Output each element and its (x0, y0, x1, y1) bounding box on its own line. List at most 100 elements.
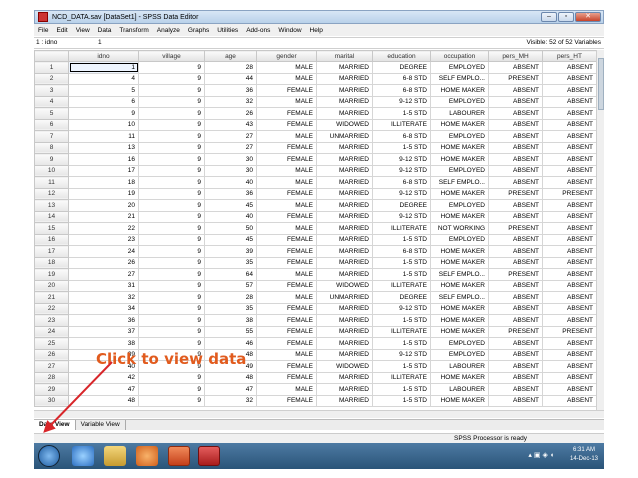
row-number[interactable]: 8 (34, 141, 69, 154)
data-cell-pers-mh[interactable]: PRESENT (488, 325, 543, 338)
data-cell-pers-ht[interactable]: ABSENT (542, 222, 596, 235)
data-cell-pers-mh[interactable]: ABSENT (488, 199, 543, 212)
row-number[interactable]: 18 (34, 256, 69, 269)
data-cell-idno[interactable]: 26 (68, 256, 139, 269)
data-cell-education[interactable]: 9-12 STD (372, 348, 431, 361)
data-cell-pers-mh[interactable]: ABSENT (488, 245, 543, 258)
menu-item-utilities[interactable]: Utilities (213, 27, 242, 34)
taskbar-clock[interactable]: 6:31 AM 14-Dec-13 (570, 446, 598, 464)
row-number[interactable]: 14 (34, 210, 69, 223)
menu-item-window[interactable]: Window (274, 27, 305, 34)
data-cell-marital[interactable]: MARRIED (316, 233, 373, 246)
data-cell-marital[interactable]: WIDOWED (316, 360, 373, 373)
data-cell-education[interactable]: 1-5 STD (372, 383, 431, 396)
data-cell-pers-ht[interactable]: ABSENT (542, 348, 596, 361)
data-cell-idno[interactable]: 23 (68, 233, 139, 246)
data-cell-age[interactable]: 38 (204, 314, 257, 327)
row-number[interactable]: 4 (34, 95, 69, 108)
data-cell-idno[interactable]: 21 (68, 210, 139, 223)
data-cell-education[interactable]: 1-5 STD (372, 268, 431, 281)
data-cell-occupation[interactable]: EMPLOYED (430, 95, 489, 108)
data-cell-gender[interactable]: FEMALE (256, 141, 317, 154)
data-cell-gender[interactable]: MALE (256, 95, 317, 108)
data-cell-age[interactable]: 64 (204, 268, 257, 281)
data-cell-pers-ht[interactable]: ABSENT (542, 383, 596, 396)
data-cell-pers-ht[interactable]: ABSENT (542, 394, 596, 407)
data-cell-village[interactable]: 9 (138, 268, 205, 281)
data-cell-marital[interactable]: WIDOWED (316, 279, 373, 292)
menu-item-add-ons[interactable]: Add-ons (242, 27, 274, 34)
data-cell-education[interactable]: ILLITERATE (372, 118, 431, 131)
column-header-age[interactable]: age (204, 50, 257, 62)
data-cell-idno[interactable]: 38 (68, 337, 139, 350)
data-cell-idno[interactable]: 4 (68, 72, 139, 85)
data-cell-education[interactable]: 1-5 STD (372, 314, 431, 327)
data-cell-gender[interactable]: MALE (256, 222, 317, 235)
data-cell-idno[interactable]: 18 (68, 176, 139, 189)
data-cell-idno[interactable]: 5 (68, 84, 139, 97)
data-cell-village[interactable]: 9 (138, 95, 205, 108)
data-cell-occupation[interactable]: SELF EMPLO... (430, 72, 489, 85)
data-cell-occupation[interactable]: HOME MAKER (430, 210, 489, 223)
data-cell-pers-mh[interactable]: ABSENT (488, 360, 543, 373)
data-cell-occupation[interactable]: EMPLOYED (430, 337, 489, 350)
data-cell-village[interactable]: 9 (138, 176, 205, 189)
data-cell-age[interactable]: 45 (204, 233, 257, 246)
data-cell-education[interactable]: 9-12 STD (372, 187, 431, 200)
column-header-pers-mh[interactable]: pers_MH (488, 50, 543, 62)
data-cell-pers-ht[interactable]: ABSENT (542, 268, 596, 281)
column-header-idno[interactable]: idno (68, 50, 139, 62)
data-cell-education[interactable]: 1-5 STD (372, 360, 431, 373)
data-cell-education[interactable]: 6-8 STD (372, 84, 431, 97)
data-cell-pers-ht[interactable]: ABSENT (542, 245, 596, 258)
data-cell-marital[interactable]: MARRIED (316, 337, 373, 350)
data-cell-gender[interactable]: FEMALE (256, 153, 317, 166)
data-cell-occupation[interactable]: LABOURER (430, 107, 489, 120)
data-cell-pers-ht[interactable]: ABSENT (542, 72, 596, 85)
data-cell-age[interactable]: 27 (204, 130, 257, 143)
data-cell-village[interactable]: 9 (138, 210, 205, 223)
data-cell-village[interactable]: 9 (138, 72, 205, 85)
data-cell-age[interactable]: 28 (204, 61, 257, 74)
menu-item-graphs[interactable]: Graphs (184, 27, 213, 34)
data-cell-pers-ht[interactable]: ABSENT (542, 371, 596, 384)
column-header-occupation[interactable]: occupation (430, 50, 489, 62)
row-number[interactable]: 7 (34, 130, 69, 143)
data-cell-occupation[interactable]: HOME MAKER (430, 371, 489, 384)
data-cell-gender[interactable]: FEMALE (256, 371, 317, 384)
data-cell-pers-mh[interactable]: ABSENT (488, 153, 543, 166)
data-cell-marital[interactable]: UNMARRIED (316, 291, 373, 304)
data-cell-education[interactable]: 9-12 STD (372, 302, 431, 315)
column-header-marital[interactable]: marital (316, 50, 373, 62)
data-cell-idno[interactable]: 9 (68, 107, 139, 120)
data-cell-occupation[interactable]: SELF EMPLO... (430, 268, 489, 281)
data-cell-education[interactable]: 6-8 STD (372, 176, 431, 189)
data-cell-pers-mh[interactable]: ABSENT (488, 130, 543, 143)
data-cell-village[interactable]: 9 (138, 394, 205, 407)
data-cell-pers-ht[interactable]: ABSENT (542, 199, 596, 212)
data-cell-marital[interactable]: MARRIED (316, 256, 373, 269)
data-cell-age[interactable]: 46 (204, 337, 257, 350)
close-button[interactable]: ✕ (575, 12, 601, 22)
data-cell-marital[interactable]: MARRIED (316, 107, 373, 120)
data-cell-education[interactable]: 1-5 STD (372, 233, 431, 246)
data-cell-education[interactable]: DEGREE (372, 61, 431, 74)
row-number[interactable]: 5 (34, 107, 69, 120)
row-number[interactable]: 17 (34, 245, 69, 258)
data-cell-occupation[interactable]: EMPLOYED (430, 130, 489, 143)
data-cell-age[interactable]: 27 (204, 141, 257, 154)
data-cell-marital[interactable]: MARRIED (316, 245, 373, 258)
data-cell-gender[interactable]: FEMALE (256, 394, 317, 407)
column-header-village[interactable]: village (138, 50, 205, 62)
data-cell-pers-mh[interactable]: ABSENT (488, 210, 543, 223)
data-cell-pers-mh[interactable]: ABSENT (488, 95, 543, 108)
data-cell-occupation[interactable]: HOME MAKER (430, 256, 489, 269)
data-cell-age[interactable]: 40 (204, 210, 257, 223)
data-cell-pers-mh[interactable]: ABSENT (488, 348, 543, 361)
data-cell-village[interactable]: 9 (138, 233, 205, 246)
data-cell-education[interactable]: 9-12 STD (372, 164, 431, 177)
data-cell-idno[interactable]: 13 (68, 141, 139, 154)
data-cell-idno[interactable]: 19 (68, 187, 139, 200)
data-cell-village[interactable]: 9 (138, 337, 205, 350)
data-cell-gender[interactable]: MALE (256, 383, 317, 396)
